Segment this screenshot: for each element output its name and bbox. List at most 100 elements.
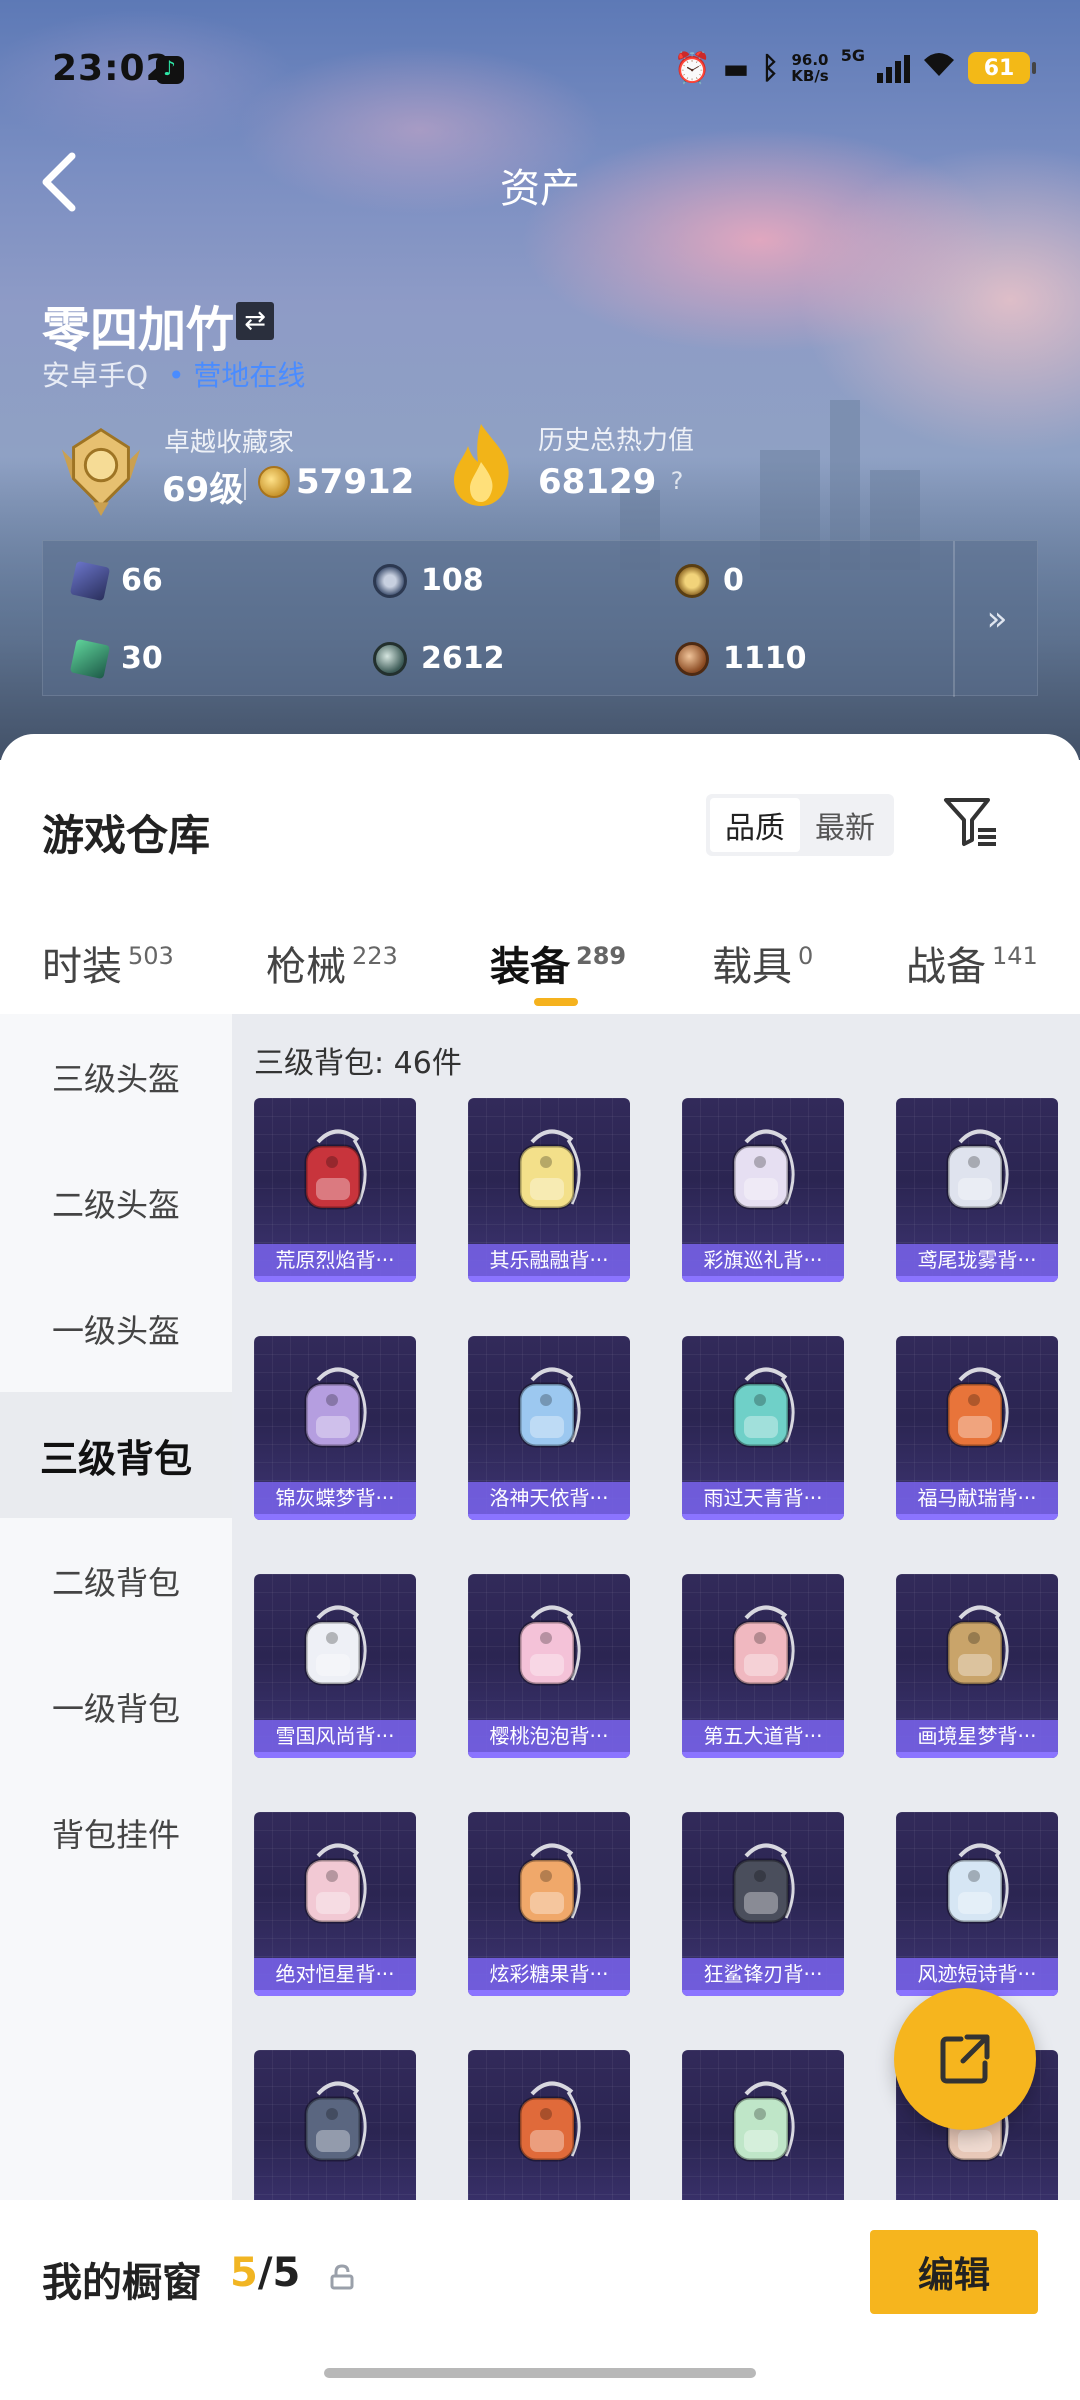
silver-orb-icon bbox=[373, 641, 407, 676]
gold-emblem-icon bbox=[675, 563, 709, 598]
green-card-icon bbox=[69, 638, 111, 679]
status-time: 23:02 bbox=[52, 48, 172, 89]
collection-points: 57912 bbox=[296, 462, 415, 502]
item-card[interactable]: 炫彩糖果背··· bbox=[468, 1812, 630, 1996]
music-app-icon bbox=[156, 56, 184, 84]
home-indicator[interactable] bbox=[324, 2368, 756, 2378]
hero-banner: 23:02 ⏰ ▬ ᛒ 96.0KB/s 5G 61 资产 零四加竹 ⇄ 安卓手… bbox=[0, 0, 1080, 760]
tab-vehicles[interactable]: 载具 0 bbox=[712, 934, 813, 992]
item-card[interactable]: 福马献瑞背··· bbox=[896, 1336, 1058, 1520]
resource-item: 2612 bbox=[373, 641, 505, 676]
sort-newest-button[interactable]: 最新 bbox=[800, 798, 890, 852]
filter-icon[interactable] bbox=[942, 796, 998, 850]
backpack-icon bbox=[946, 1605, 1009, 1686]
battery-icon: 61 bbox=[968, 52, 1036, 84]
sidebar-item-level3-helmet[interactable]: 三级头盔 bbox=[0, 1014, 232, 1140]
item-name: 狂鲨锋刃背··· bbox=[682, 1958, 844, 1990]
item-name: 锦灰蝶梦背··· bbox=[254, 1482, 416, 1514]
category-tabs: 时装 503 枪械 223 装备 289 载具 0 战备 141 bbox=[0, 904, 1080, 1014]
item-card[interactable]: 风迹短诗背··· bbox=[896, 1812, 1058, 1996]
active-tab-indicator bbox=[534, 998, 578, 1006]
item-card[interactable]: 锦灰蝶梦背··· bbox=[254, 1336, 416, 1520]
backpack-icon bbox=[946, 1367, 1009, 1448]
backpack-icon bbox=[304, 1129, 367, 1210]
backpack-icon bbox=[732, 1843, 795, 1924]
showcase-count: 5/5 bbox=[230, 2250, 301, 2296]
item-name: 第五大道背··· bbox=[682, 1720, 844, 1752]
item-card[interactable]: 其乐融融背··· bbox=[468, 1098, 630, 1282]
item-card[interactable]: 雪国风尚背··· bbox=[254, 1574, 416, 1758]
resource-panel[interactable]: 66 108 0 30 2612 1110 » bbox=[42, 540, 1039, 697]
subcategory-sidebar: 三级头盔 二级头盔 一级头盔 三级背包 二级背包 一级背包 背包挂件 bbox=[0, 1014, 232, 2274]
switch-account-icon[interactable]: ⇄ bbox=[236, 302, 274, 340]
collector-title: 卓越收藏家 bbox=[164, 428, 295, 458]
item-name: 炫彩糖果背··· bbox=[468, 1958, 630, 1990]
tab-firearms[interactable]: 枪械 223 bbox=[266, 934, 398, 992]
item-name: 福马献瑞背··· bbox=[896, 1482, 1058, 1514]
backpack-icon bbox=[518, 1605, 581, 1686]
wifi-icon bbox=[922, 50, 956, 86]
item-count-header: 三级背包: 46件 bbox=[254, 1046, 462, 1081]
resource-item: 30 bbox=[69, 638, 163, 679]
card-icon bbox=[69, 560, 111, 601]
showcase-footer: 我的橱窗 5/5 编辑 bbox=[0, 2200, 1080, 2400]
item-name: 雨过天青背··· bbox=[682, 1482, 844, 1514]
item-name: 其乐融融背··· bbox=[468, 1244, 630, 1276]
item-name: 樱桃泡泡背··· bbox=[468, 1720, 630, 1752]
item-card[interactable]: 鸢尾珑雾背··· bbox=[896, 1098, 1058, 1282]
backpack-icon bbox=[304, 2081, 367, 2162]
item-card[interactable]: 荒原烈焰背··· bbox=[254, 1098, 416, 1282]
bluetooth-icon: ᛒ bbox=[761, 50, 780, 86]
showcase-label: 我的橱窗 bbox=[42, 2260, 202, 2306]
sidebar-item-level3-backpack[interactable]: 三级背包 bbox=[0, 1392, 232, 1518]
medal-icon bbox=[61, 428, 141, 517]
lock-icon bbox=[330, 2264, 354, 2290]
signal-icon bbox=[877, 53, 910, 83]
backpack-icon bbox=[304, 1367, 367, 1448]
backpack-icon bbox=[732, 2081, 795, 2162]
warehouse-title: 游戏仓库 bbox=[42, 811, 211, 860]
backpack-icon bbox=[304, 1605, 367, 1686]
item-card[interactable]: 绝对恒星背··· bbox=[254, 1812, 416, 1996]
item-card[interactable]: 洛神天依背··· bbox=[468, 1336, 630, 1520]
item-name: 画境星梦背··· bbox=[896, 1720, 1058, 1752]
backpack-icon bbox=[732, 1129, 795, 1210]
edit-button[interactable]: 编辑 bbox=[870, 2230, 1038, 2314]
tab-battle-gear[interactable]: 战备 141 bbox=[906, 934, 1038, 992]
heat-value: 68129 bbox=[538, 462, 657, 502]
share-icon bbox=[940, 2034, 990, 2084]
heat-label: 历史总热力值 bbox=[538, 426, 695, 456]
warehouse-sheet: 游戏仓库 品质 最新 时装 503 枪械 223 装备 289 载具 0 战备 141 三… bbox=[0, 734, 1080, 2400]
resource-item: 66 bbox=[69, 560, 163, 601]
item-name: 风迹短诗背··· bbox=[896, 1958, 1058, 1990]
sidebar-item-level1-backpack[interactable]: 一级背包 bbox=[0, 1644, 232, 1770]
tab-equipment[interactable]: 装备 289 bbox=[490, 934, 626, 992]
item-card[interactable]: 樱桃泡泡背··· bbox=[468, 1574, 630, 1758]
status-bar: 23:02 ⏰ ▬ ᛒ 96.0KB/s 5G 61 bbox=[0, 0, 1080, 140]
item-card[interactable]: 狂鲨锋刃背··· bbox=[682, 1812, 844, 1996]
share-button[interactable] bbox=[894, 1988, 1036, 2130]
item-name: 洛神天依背··· bbox=[468, 1482, 630, 1514]
tab-fashion[interactable]: 时装 503 bbox=[42, 934, 174, 992]
item-card[interactable]: 雨过天青背··· bbox=[682, 1336, 844, 1520]
resources-more-button[interactable]: » bbox=[955, 541, 1039, 697]
backpack-icon bbox=[304, 1843, 367, 1924]
item-card[interactable]: 第五大道背··· bbox=[682, 1574, 844, 1758]
sidebar-item-level1-helmet[interactable]: 一级头盔 bbox=[0, 1266, 232, 1392]
backpack-icon bbox=[518, 1843, 581, 1924]
help-icon[interactable]: ? bbox=[662, 466, 692, 496]
gear-badge-icon bbox=[373, 563, 407, 598]
online-status: • 营地在线 bbox=[168, 359, 306, 392]
item-card[interactable]: 彩旗巡礼背··· bbox=[682, 1098, 844, 1282]
sidebar-item-level2-helmet[interactable]: 二级头盔 bbox=[0, 1140, 232, 1266]
flame-icon bbox=[454, 424, 509, 506]
sort-quality-button[interactable]: 品质 bbox=[710, 798, 800, 852]
backpack-icon bbox=[518, 2081, 581, 2162]
item-card[interactable]: 画境星梦背··· bbox=[896, 1574, 1058, 1758]
sidebar-item-level2-backpack[interactable]: 二级背包 bbox=[0, 1518, 232, 1644]
page-title: 资产 bbox=[500, 166, 580, 212]
item-name: 雪国风尚背··· bbox=[254, 1720, 416, 1752]
resource-item: 108 bbox=[373, 563, 484, 598]
item-name: 绝对恒星背··· bbox=[254, 1958, 416, 1990]
sidebar-item-backpack-charm[interactable]: 背包挂件 bbox=[0, 1770, 232, 1896]
